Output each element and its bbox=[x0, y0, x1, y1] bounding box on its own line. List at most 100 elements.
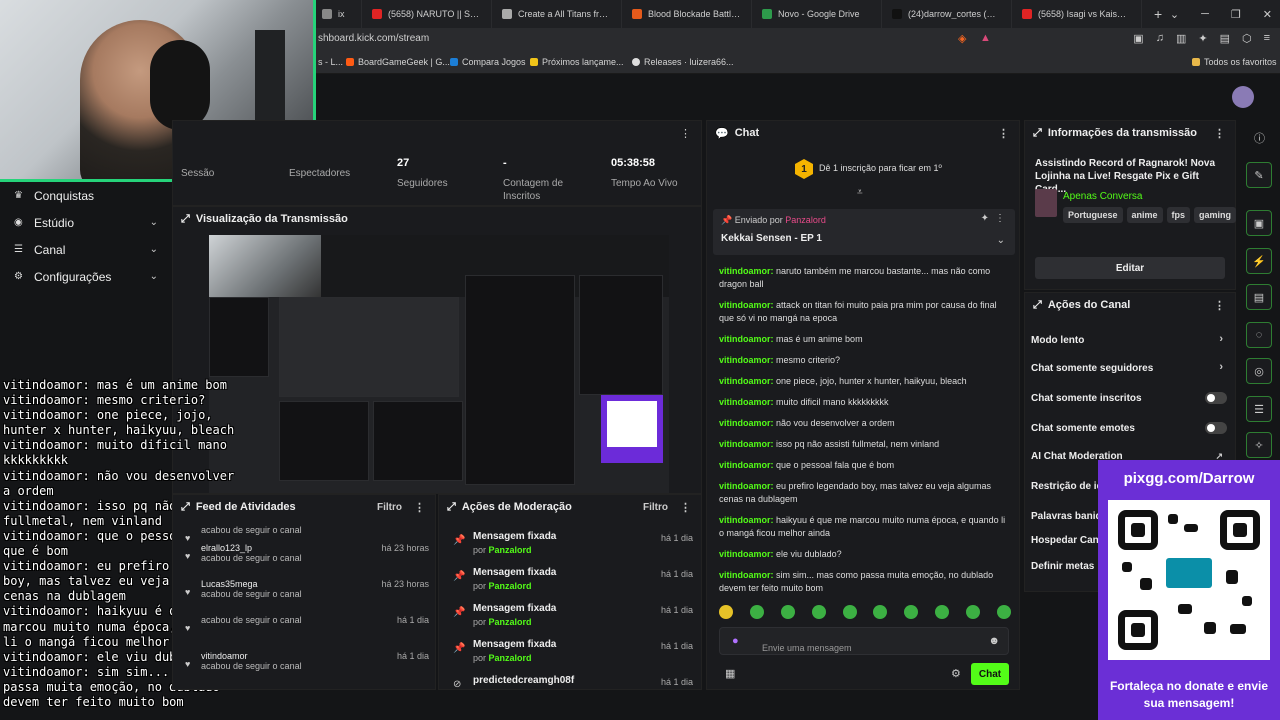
pinned-message[interactable]: 📌 Enviado por Panzalord Kekkai Sensen - … bbox=[713, 209, 1015, 255]
emote-icon[interactable] bbox=[780, 605, 795, 619]
browser-tab[interactable]: Blood Blockade Battlefront bbox=[622, 0, 752, 28]
table-row[interactable]: 📌 Mensagem fixada por Panzalord há 1 dia bbox=[447, 531, 697, 565]
edit-icon[interactable]: ✎ bbox=[1246, 162, 1272, 188]
minimize-icon[interactable]: ─ bbox=[1201, 8, 1209, 20]
tag[interactable]: anime bbox=[1126, 207, 1163, 223]
rewards-icon[interactable]: ▲ bbox=[980, 32, 991, 44]
flash-icon[interactable]: ⚡ bbox=[1246, 248, 1272, 274]
expand-icon[interactable]: ⤢ bbox=[1033, 299, 1042, 312]
more-icon[interactable]: ⋮ bbox=[998, 127, 1009, 140]
chat-message[interactable]: vitindoamor: mesmo criterio? bbox=[719, 354, 1011, 367]
all-bookmarks[interactable]: Todos os favoritos bbox=[1192, 57, 1277, 67]
browser-tab[interactable]: Novo - Google Drive bbox=[752, 0, 882, 28]
bookmark-item[interactable]: Próximos lançame... bbox=[530, 57, 624, 67]
chat-message[interactable]: vitindoamor: one piece, jojo, hunter x h… bbox=[719, 375, 1011, 388]
expand-icon[interactable]: ⤢ bbox=[447, 501, 456, 514]
browser-tab[interactable]: (24)darrow_cortes (@darro bbox=[882, 0, 1012, 28]
info-icon[interactable]: ⓘ bbox=[1254, 130, 1265, 146]
close-icon[interactable]: ✕ bbox=[1263, 8, 1272, 21]
wallet-icon[interactable]: ▤ bbox=[1220, 32, 1230, 45]
bookmark-item[interactable]: Compara Jogos bbox=[450, 57, 526, 67]
edit-button[interactable]: Editar bbox=[1035, 257, 1225, 279]
microphone-icon[interactable]: ● bbox=[732, 635, 739, 647]
more-icon[interactable]: ⋮ bbox=[1214, 127, 1225, 140]
emote-icon[interactable] bbox=[749, 605, 764, 619]
emote-icon[interactable] bbox=[811, 605, 826, 619]
document-icon[interactable]: ▤ bbox=[1246, 284, 1272, 310]
tag[interactable]: gaming bbox=[1194, 207, 1237, 223]
extensions-icon[interactable]: ✦ bbox=[1198, 32, 1207, 45]
clip-icon[interactable]: ▣ bbox=[1246, 210, 1272, 236]
channel-action[interactable]: Chat somente seguidores › bbox=[1031, 361, 1227, 374]
sidebar-item-studio[interactable]: ◉ Estúdio ⌄ bbox=[0, 209, 172, 236]
table-row[interactable]: 📌 Mensagem fixada por Panzalord há 1 dia bbox=[447, 639, 697, 673]
chat-message[interactable]: vitindoamor: eu prefiro legendado boy, m… bbox=[719, 480, 1011, 506]
emote-icon[interactable] bbox=[719, 605, 733, 619]
more-icon[interactable]: ⋮ bbox=[680, 501, 691, 514]
more-icon[interactable]: ⋮ bbox=[414, 501, 425, 514]
filter-button[interactable]: Filtro bbox=[643, 502, 668, 513]
wrench-icon[interactable]: ✧ bbox=[1246, 432, 1272, 458]
channel-action[interactable]: Chat somente inscritos bbox=[1031, 392, 1227, 404]
chat-message[interactable]: vitindoamor: attack on titan foi muito p… bbox=[719, 299, 1011, 325]
expand-icon[interactable]: ⤢ bbox=[181, 501, 190, 514]
send-chat-button[interactable]: Chat bbox=[971, 663, 1009, 685]
bookmark-item[interactable]: s - L... bbox=[318, 57, 343, 67]
bookmark-item[interactable]: BoardGameGeek | G... bbox=[346, 57, 450, 67]
chevron-down-icon[interactable]: ⌄ bbox=[1170, 8, 1179, 21]
table-row[interactable]: 📌 Mensagem fixada por Panzalord há 1 dia bbox=[447, 567, 697, 601]
table-row[interactable]: 📌 Mensagem fixada por Panzalord há 1 dia bbox=[447, 603, 697, 637]
channel-action[interactable]: Chat somente emotes bbox=[1031, 422, 1227, 434]
broadcast-icon[interactable]: ◎ bbox=[1246, 358, 1272, 384]
expand-icon[interactable]: ⤢ bbox=[1033, 127, 1042, 140]
channel-action[interactable]: Modo lento › bbox=[1031, 333, 1227, 346]
chat-message[interactable]: vitindoamor: isso pq não assisti fullmet… bbox=[719, 438, 1011, 451]
bookmark-item[interactable]: Releases · luizera66... bbox=[632, 57, 734, 67]
sidebar-item-achievements[interactable]: ♛ Conquistas bbox=[0, 182, 172, 209]
new-tab-button[interactable]: + bbox=[1154, 6, 1162, 22]
browser-tab[interactable]: Create a All Titans from Att bbox=[492, 0, 622, 28]
chat-message[interactable]: vitindoamor: que o pessoal fala que é bo… bbox=[719, 459, 1011, 472]
more-icon[interactable]: ⋮ bbox=[1214, 299, 1225, 312]
browser-tab[interactable]: ix bbox=[312, 0, 362, 28]
gift-icon[interactable]: ▦ bbox=[725, 667, 735, 680]
chat-message[interactable]: vitindoamor: mas é um anime bom bbox=[719, 333, 1011, 346]
chat-message[interactable]: vitindoamor: sim sim... mas como passa m… bbox=[719, 569, 1011, 595]
sidebar-item-channel[interactable]: ☰ Canal ⌄ bbox=[0, 236, 172, 263]
emote-icon[interactable] bbox=[996, 605, 1011, 619]
filter-button[interactable]: Filtro bbox=[377, 502, 402, 513]
chat-message[interactable]: vitindoamor: ele viu dublado? bbox=[719, 548, 1011, 561]
tag[interactable]: Portuguese bbox=[1063, 207, 1123, 223]
url-field[interactable]: shboard.kick.com/stream bbox=[318, 33, 429, 44]
table-row[interactable]: ⊘ predictedcreamgh08f há 1 dia bbox=[447, 675, 697, 709]
chat-message[interactable]: vitindoamor: naruto também me marcou bas… bbox=[719, 265, 1011, 291]
vpn-icon[interactable]: ⬡ bbox=[1242, 32, 1252, 45]
brave-shield-icon[interactable]: ◈ bbox=[958, 32, 966, 45]
chat-message[interactable]: vitindoamor: não vou desenvolver a ordem bbox=[719, 417, 1011, 430]
stream-preview[interactable] bbox=[209, 235, 669, 493]
category-link[interactable]: Apenas Conversa bbox=[1063, 191, 1143, 202]
emote-icon[interactable] bbox=[935, 605, 950, 619]
collapse-icon[interactable]: ⩡ bbox=[857, 187, 863, 198]
list-icon[interactable]: ☰ bbox=[1246, 396, 1272, 422]
emote-icon[interactable] bbox=[842, 605, 857, 619]
chat-message[interactable]: vitindoamor: haikyuu é que me marcou mui… bbox=[719, 514, 1011, 540]
menu-icon[interactable]: ≡ bbox=[1264, 32, 1270, 45]
screenshot-icon[interactable]: ▣ bbox=[1133, 32, 1143, 45]
emote-icon[interactable] bbox=[873, 605, 888, 619]
chat-bubble-icon[interactable]: ◌ bbox=[1246, 322, 1272, 348]
emote-icon[interactable] bbox=[966, 605, 980, 619]
browser-tab[interactable]: (5658) Isagi vs Kaiser (Blue bbox=[1012, 0, 1142, 28]
sidebar-icon[interactable]: ▥ bbox=[1176, 32, 1186, 45]
music-icon[interactable]: ♫ bbox=[1156, 32, 1164, 45]
gear-icon[interactable]: ⚙ bbox=[951, 667, 961, 680]
expand-icon[interactable]: ⤢ bbox=[181, 213, 190, 226]
emote-icon[interactable] bbox=[904, 605, 919, 619]
avatar[interactable] bbox=[1232, 86, 1254, 108]
chat-message[interactable]: vitindoamor: muito dificil mano kkkkkkkk… bbox=[719, 396, 1011, 409]
chevron-down-icon[interactable]: ⌄ bbox=[997, 235, 1005, 246]
maximize-icon[interactable]: ❐ bbox=[1231, 8, 1241, 21]
more-icon[interactable]: ⋮ bbox=[995, 213, 1005, 224]
browser-tab[interactable]: (5658) NARUTO || Silhouett bbox=[362, 0, 492, 28]
toggle-switch[interactable] bbox=[1205, 422, 1227, 434]
